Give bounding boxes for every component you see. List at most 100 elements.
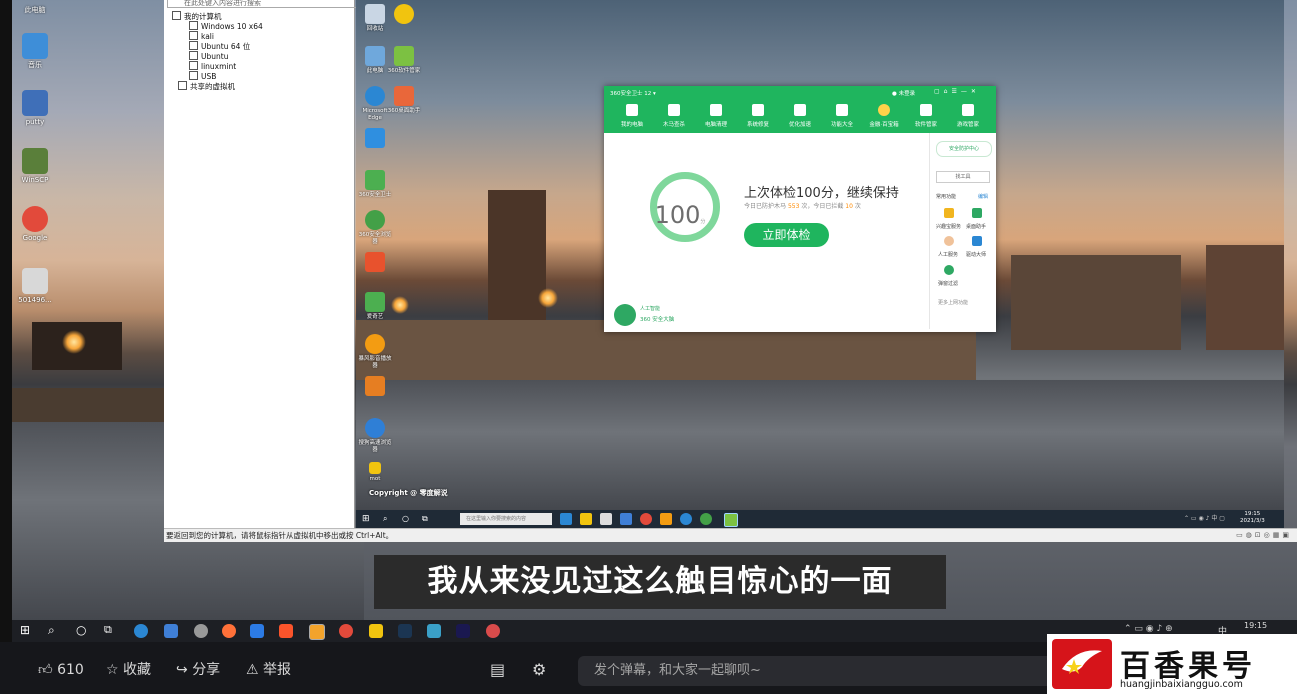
share-button[interactable]: ↪ 分享 <box>176 660 220 680</box>
guest-icon-mot[interactable]: mot <box>357 462 393 483</box>
search-icon[interactable]: ⌕ <box>383 514 387 524</box>
report-button[interactable]: ⚠ 举报 <box>246 660 291 680</box>
host-tray-icons[interactable]: ⌃ ▭ ◉ ♪ ⊕ <box>1124 624 1173 634</box>
nav-finance[interactable]: 金融·百宝箱 <box>864 104 904 128</box>
browser-icon <box>365 210 385 230</box>
video-subtitle: 我从来没见过这么触目惊心的一面 <box>374 555 946 609</box>
chrome-icon[interactable] <box>339 624 353 638</box>
side-header: 常用功能 <box>936 194 957 200</box>
nav-games[interactable]: 游戏管家 <box>948 104 988 128</box>
vm-device-icons[interactable]: ▭◍⊡◎▦▣ <box>1236 529 1292 542</box>
star-icon: ☆ <box>106 662 119 678</box>
task-view-icon[interactable]: ⧉ <box>104 623 112 637</box>
task-view-icon[interactable]: ⧉ <box>422 514 428 524</box>
chrome-icon[interactable] <box>640 513 652 525</box>
host-clock[interactable]: 19:15 <box>1244 621 1267 630</box>
app-icon <box>394 4 414 24</box>
guest-icon-baofeng[interactable]: 暴风影音播放器 <box>357 334 393 370</box>
ie-icon[interactable] <box>680 513 692 525</box>
premiere-icon[interactable] <box>456 624 470 638</box>
brave-icon[interactable] <box>279 624 293 638</box>
search-icon[interactable]: ⌕ <box>48 623 55 638</box>
guest-icon-360-safe[interactable]: 360安全卫士 <box>357 170 393 199</box>
side-edit-link[interactable]: 编辑 <box>978 193 988 200</box>
guest-icon-10[interactable] <box>357 252 393 274</box>
warning-icon: ⚠ <box>246 662 259 678</box>
guest-icon-360-software[interactable]: 360软件管家 <box>386 46 422 75</box>
horse-icon <box>668 104 680 116</box>
store-icon[interactable] <box>600 513 612 525</box>
window-controls[interactable]: ▢⌂☰—✕ <box>934 88 980 95</box>
security-360-title: 360安全卫士 12 ▾ <box>610 91 656 97</box>
clock-icon[interactable] <box>194 624 208 638</box>
like-button[interactable]: 👍︎ 610 <box>38 660 84 680</box>
nav-my-computer[interactable]: 我的电脑 <box>612 104 652 128</box>
vmware-icon[interactable] <box>309 624 325 640</box>
safe-360-taskbar-icon[interactable] <box>724 513 738 527</box>
firefox-icon[interactable] <box>222 624 236 638</box>
folder-icon[interactable] <box>944 208 954 218</box>
nav-trojan-scan[interactable]: 木马查杀 <box>654 104 694 128</box>
favorite-button[interactable]: ☆ 收藏 <box>106 660 151 680</box>
todo-icon[interactable] <box>250 624 264 638</box>
nav-repair[interactable]: 系统修复 <box>738 104 778 128</box>
danmaku-toggle-icon[interactable]: ▤ <box>490 660 505 680</box>
broom-icon <box>710 104 722 116</box>
recycle-bin-icon <box>365 4 385 24</box>
tree-shared-vms[interactable]: 共享的虚拟机 <box>178 81 235 92</box>
file-icon <box>22 268 48 294</box>
host-icon-winscp[interactable]: WinSCP <box>10 148 60 185</box>
guest-icon-360-desktop[interactable]: 360桌面助手 <box>386 86 422 115</box>
cortana-icon[interactable]: ○ <box>402 514 409 523</box>
guest-clock[interactable]: 19:15 2021/3/3 <box>1240 511 1265 525</box>
windows-start-icon[interactable]: ⊞ <box>362 514 370 524</box>
login-link[interactable]: ● 未登录 <box>892 89 915 97</box>
host-icon-file[interactable]: 501496... <box>10 268 60 305</box>
security-360-header: 360安全卫士 12 ▾ ● 未登录 ▢⌂☰—✕ 我的电脑 木马查杀 电脑清理 … <box>604 86 996 133</box>
nav-speedup[interactable]: 优化加速 <box>780 104 820 128</box>
host-icon-google[interactable]: Google <box>10 206 60 243</box>
popup-filter-icon[interactable] <box>944 265 954 275</box>
mail-icon[interactable] <box>620 513 632 525</box>
nav-features[interactable]: 功能大全 <box>822 104 862 128</box>
desktop-helper-icon[interactable] <box>972 208 982 218</box>
tool-search-input[interactable]: 找工具 <box>936 171 990 183</box>
explorer-icon[interactable] <box>580 513 592 525</box>
edge-icon[interactable] <box>560 513 572 525</box>
edge-icon[interactable] <box>134 624 148 638</box>
windows-start-icon[interactable]: ⊞ <box>20 623 30 637</box>
vm-search-input[interactable]: 在此处键入内容进行搜索 <box>167 0 368 8</box>
guest-icon-7[interactable] <box>357 128 393 150</box>
guest-tray-icons[interactable]: ⌃ ▭ ◉ ♪ 中 ▢ <box>1184 513 1225 522</box>
person-icon[interactable] <box>944 236 954 246</box>
cortana-icon[interactable]: ○ <box>76 623 86 637</box>
guest-icon-13[interactable] <box>357 376 393 398</box>
host-icon-this-pc[interactable]: 此电脑 <box>10 4 60 15</box>
nav-cleanup[interactable]: 电脑清理 <box>696 104 736 128</box>
shield-icon <box>365 170 385 190</box>
driver-icon[interactable] <box>972 236 982 246</box>
watermark-url: huangjinbaixiangguo.com <box>1120 679 1243 690</box>
guest-search-box[interactable]: 在这里输入你要搜索的内容 <box>460 513 552 525</box>
photos-icon[interactable] <box>427 624 441 638</box>
guest-icon-360-browser[interactable]: 360安全浏览器 <box>357 210 393 246</box>
guest-icon-2[interactable] <box>386 4 422 26</box>
explorer-icon[interactable] <box>369 624 383 638</box>
protection-center-button[interactable]: 安全防护中心 <box>936 141 992 157</box>
host-icon-music[interactable]: 音乐 <box>10 33 60 70</box>
nav-software[interactable]: 软件管家 <box>906 104 946 128</box>
photoshop-icon[interactable] <box>398 624 412 638</box>
guest-icon-sogou[interactable]: 搜狗高速浏览器 <box>357 418 393 454</box>
app-icon[interactable] <box>486 624 500 638</box>
brain-badge: 人工智能 <box>640 306 661 312</box>
danmaku-settings-icon[interactable]: ⚙ <box>532 660 546 680</box>
browser-360-icon[interactable] <box>700 513 712 525</box>
more-functions-link[interactable]: 更多上网功能 <box>938 299 968 306</box>
mail-icon[interactable] <box>164 624 178 638</box>
check-now-button[interactable]: 立即体检 <box>744 223 829 247</box>
guest-icon-iqiyi[interactable]: 爱奇艺 <box>357 292 393 321</box>
this-pc-icon <box>365 46 385 66</box>
host-icon-putty[interactable]: putty <box>10 90 60 127</box>
folder-icon[interactable] <box>660 513 672 525</box>
desktop-helper-icon <box>394 86 414 106</box>
